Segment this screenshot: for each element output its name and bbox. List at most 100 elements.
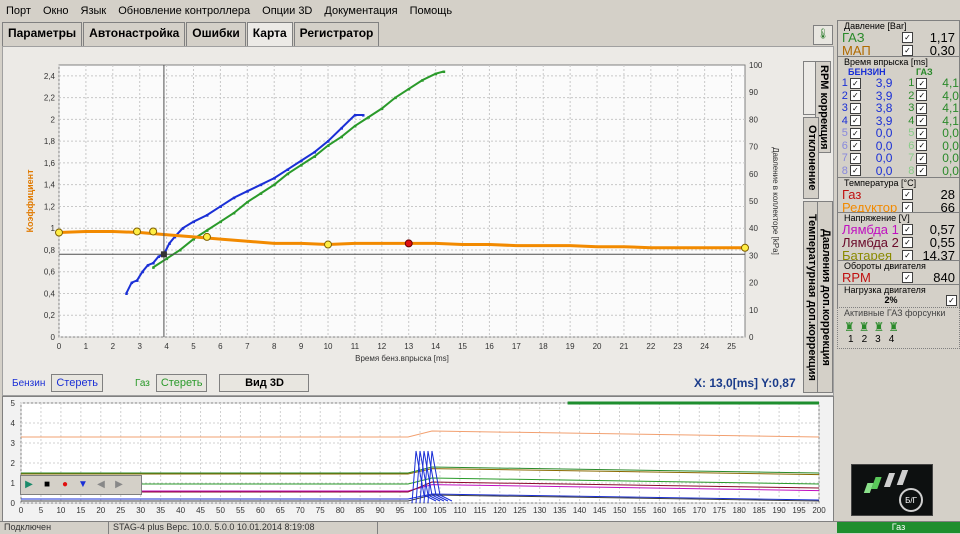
- x-tick-label: 195: [792, 506, 806, 515]
- checkbox[interactable]: ✓: [902, 45, 913, 56]
- cylinder-number: 4: [908, 114, 915, 127]
- injector-icon: ♜: [858, 320, 870, 334]
- save-icon[interactable]: ▼: [75, 476, 91, 492]
- data-point: [246, 201, 249, 204]
- checkbox[interactable]: ✓: [902, 32, 913, 43]
- checkbox[interactable]: ✓: [849, 115, 861, 127]
- injectors-group: Активные ГАЗ форсунки ♜ ♜ ♜ ♜ 1 2 3 4: [837, 307, 960, 349]
- recorder-chart[interactable]: 0 5 10 15 20 25 30 35 40 45 50 55 60 65 70 75 80 85 90 95 10…: [3, 397, 833, 521]
- version-info: STAG-4 plus Верс. 10.0. 5.0.0 10.01.2014…: [109, 522, 378, 534]
- y2-tick-label: 0: [749, 333, 754, 342]
- injection-row: 1 ✓ 3,9 1 ✓ 4,1: [838, 76, 959, 90]
- stop-icon[interactable]: ■: [39, 476, 55, 492]
- data-point: [286, 172, 290, 176]
- vtab-pressure-correction[interactable]: Давления доп.коррекция: [817, 201, 833, 393]
- gas-petrol-switch[interactable]: Б/Г: [851, 464, 933, 516]
- checkbox[interactable]: ✓: [849, 140, 861, 152]
- checkbox[interactable]: ✓: [946, 294, 957, 306]
- x-tick-label: 50: [216, 506, 225, 515]
- data-point: [353, 124, 357, 128]
- checkbox[interactable]: ✓: [849, 165, 861, 177]
- menu-window[interactable]: Окно: [37, 5, 75, 17]
- x-tick-label: 155: [633, 506, 647, 515]
- injector-number: 1: [848, 334, 854, 345]
- tab-map[interactable]: Карта: [246, 22, 293, 46]
- x-tick-label: 45: [196, 506, 205, 515]
- tab-errors[interactable]: Ошибки: [186, 22, 246, 46]
- view-3d-button[interactable]: Вид 3D: [219, 374, 310, 392]
- data-point: [136, 279, 139, 282]
- checkbox[interactable]: ✓: [849, 90, 861, 102]
- menu-documentation[interactable]: Документация: [318, 5, 403, 17]
- data-point: [157, 255, 161, 258]
- checkbox[interactable]: ✓: [916, 90, 928, 102]
- data-point: [152, 262, 155, 265]
- petrol-injection-value: 0,0: [875, 163, 893, 178]
- record-icon[interactable]: ●: [57, 476, 73, 492]
- status-bar: Подключен STAG-4 plus Верс. 10.0. 5.0.0 …: [0, 521, 960, 534]
- tab-parameters[interactable]: Параметры: [2, 22, 83, 46]
- pressure-group: Давление [Bar] ГАЗ ✓ 1,17 МАП ✓ 0,30: [837, 20, 960, 58]
- x-tick-label: 18: [539, 342, 548, 351]
- gas-mode-indicator: Газ: [837, 522, 960, 533]
- checkbox[interactable]: ✓: [916, 140, 928, 152]
- tab-recorder[interactable]: Регистратор: [293, 22, 380, 46]
- checkbox[interactable]: ✓: [916, 165, 928, 177]
- checkbox[interactable]: ✓: [916, 127, 928, 139]
- data-point: [165, 257, 169, 261]
- menu-port[interactable]: Порт: [0, 5, 37, 17]
- menu-help[interactable]: Помощь: [404, 5, 459, 17]
- y-label: Y:: [761, 376, 773, 390]
- vtab-deviation[interactable]: Отклонение: [803, 117, 819, 199]
- x-tick-label: 40: [176, 506, 185, 515]
- x-tick-label: 15: [458, 342, 467, 351]
- checkbox[interactable]: ✓: [849, 77, 861, 89]
- side-panel: Давление [Bar] ГАЗ ✓ 1,17 МАП ✓ 0,30 Вре…: [837, 20, 960, 521]
- injection-group: Время впрыска [ms] БЕНЗИН ГАЗ 1 ✓ 3,9 1 ✓ 4,1…: [837, 56, 960, 178]
- checkbox[interactable]: ✓: [916, 77, 928, 89]
- map-panel: 0 1 2 3 4 5 6 7 8 9 10 11 12 13 14 15 16 17 18 19 20 21 22 23 24…: [2, 46, 834, 396]
- checkbox[interactable]: ✓: [902, 272, 913, 283]
- checkbox[interactable]: ✓: [849, 152, 861, 164]
- x-tick-label: 30: [136, 506, 145, 515]
- y-tick-label: 3: [11, 439, 16, 448]
- x-tick-label: 25: [116, 506, 125, 515]
- cylinder-number: 1: [908, 77, 915, 90]
- x-tick-label: 11: [351, 342, 360, 351]
- gas-clear-button[interactable]: Стереть: [155, 374, 208, 392]
- checkbox[interactable]: ✓: [902, 237, 913, 248]
- play-icon[interactable]: ▶: [21, 476, 37, 492]
- petrol-clear-button[interactable]: Стереть: [51, 374, 103, 392]
- prev-icon[interactable]: ◀: [93, 476, 109, 492]
- checkbox[interactable]: ✓: [902, 224, 913, 235]
- checkbox[interactable]: ✓: [916, 115, 928, 127]
- main-tabs: Параметры Автонастройка Ошибки Карта Рег…: [2, 22, 380, 46]
- checkbox[interactable]: ✓: [916, 152, 928, 164]
- x-tick-label: 14: [431, 342, 440, 351]
- checkbox[interactable]: ✓: [916, 102, 928, 114]
- y2-tick-label: 80: [749, 115, 758, 124]
- y2-tick-label: 40: [749, 224, 758, 233]
- cylinder-number: 8: [841, 164, 848, 177]
- x-tick-label: 85: [356, 506, 365, 515]
- y-tick-label: 0: [51, 333, 56, 342]
- data-point: [327, 140, 330, 143]
- load-row: 2% ✓: [838, 294, 959, 306]
- x-tick-label: 125: [513, 506, 527, 515]
- checkbox[interactable]: ✓: [849, 102, 861, 114]
- data-point: [421, 79, 424, 82]
- y-axis-label: Коэффициент: [25, 169, 35, 233]
- menu-3d-options[interactable]: Опции 3D: [256, 5, 318, 17]
- thermometer-icon[interactable]: 🌡: [813, 25, 833, 45]
- tab-autotune[interactable]: Автонастройка: [83, 22, 186, 46]
- checkbox[interactable]: ✓: [849, 127, 861, 139]
- menu-bar: Порт Окно Язык Обновление контроллера Оп…: [0, 0, 960, 22]
- map-chart[interactable]: 0 1 2 3 4 5 6 7 8 9 10 11 12 13 14 15 16 17 18 19 20 21 22 23 24…: [3, 47, 803, 373]
- x-tick-label: 5: [191, 342, 196, 351]
- x-tick-label: 24: [700, 342, 709, 351]
- menu-update-controller[interactable]: Обновление контроллера: [112, 5, 256, 17]
- checkbox[interactable]: ✓: [902, 189, 913, 200]
- menu-language[interactable]: Язык: [75, 5, 113, 17]
- x-tick-label: 60: [256, 506, 265, 515]
- next-icon[interactable]: ▶: [111, 476, 127, 492]
